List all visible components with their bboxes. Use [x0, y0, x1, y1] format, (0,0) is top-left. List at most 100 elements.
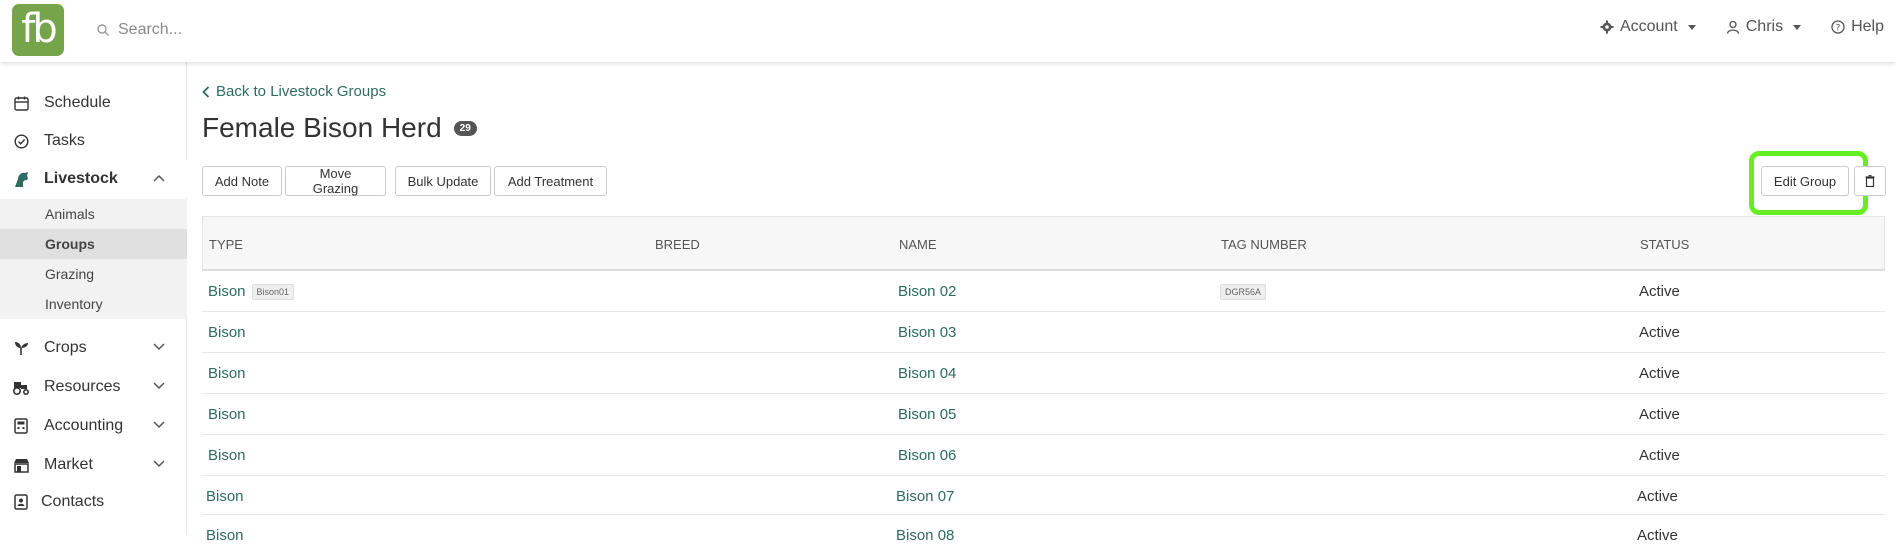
type-link[interactable]: Bison	[208, 324, 246, 341]
sidebar-item-market[interactable]: Market	[0, 446, 187, 484]
add-treatment-button[interactable]: Add Treatment	[494, 166, 607, 196]
table-row[interactable]: Bison Bison 05 Active	[202, 394, 1885, 435]
trash-icon	[1865, 175, 1875, 187]
tag-number-badge: DGR56A	[1220, 284, 1267, 301]
table-row[interactable]: Bison Bison 07 Active	[202, 476, 1885, 515]
name-link[interactable]: Bison 08	[896, 527, 954, 544]
status-cell: Active	[1639, 324, 1680, 341]
status-cell: Active	[1637, 488, 1678, 505]
sidebar: Schedule Tasks Livestock Animals Groups …	[0, 62, 187, 535]
contact-icon	[12, 493, 30, 511]
name-link[interactable]: Bison 03	[898, 324, 956, 341]
help-label: Help	[1851, 18, 1884, 35]
name-link[interactable]: Bison 04	[898, 365, 956, 382]
logo[interactable]: fb	[12, 4, 64, 56]
table-row[interactable]: Bison Bison 03 Active	[202, 312, 1885, 353]
name-link[interactable]: Bison 06	[898, 447, 956, 464]
account-label: Account	[1619, 18, 1678, 35]
type-link[interactable]: Bison	[206, 527, 244, 544]
name-link[interactable]: Bison 05	[898, 406, 956, 423]
sidebar-subitem-animals[interactable]: Animals	[0, 199, 187, 229]
search-icon	[97, 24, 109, 36]
chevron-down-icon[interactable]	[153, 382, 165, 390]
sidebar-item-label: Resources	[44, 378, 121, 395]
type-link[interactable]: Bison	[208, 283, 246, 300]
table-row[interactable]: Bison Bison 08 Active	[202, 515, 1885, 556]
sidebar-item-label: Livestock	[44, 170, 118, 187]
type-cell[interactable]: Bison Bison01	[208, 283, 295, 301]
table-row[interactable]: Bison Bison01 Bison 02 DGR56A Active	[202, 271, 1885, 312]
type-link[interactable]: Bison	[208, 406, 246, 423]
sidebar-item-label: Accounting	[44, 417, 124, 434]
sidebar-item-tasks[interactable]: Tasks	[0, 122, 187, 160]
sidebar-item-contacts[interactable]: Contacts	[0, 483, 187, 521]
caret-down-icon	[1687, 24, 1696, 30]
move-grazing-button[interactable]: Move Grazing	[285, 166, 386, 196]
sidebar-item-label: Tasks	[44, 132, 85, 149]
user-label: Chris	[1745, 18, 1784, 35]
sidebar-subitem-inventory[interactable]: Inventory	[0, 289, 187, 319]
name-link[interactable]: Bison 02	[898, 283, 956, 300]
question-circle-icon: ?	[1831, 20, 1845, 34]
sidebar-item-resources[interactable]: Resources	[0, 368, 187, 406]
top-nav: Account Chris ? Help	[1600, 18, 1884, 36]
search-box[interactable]	[96, 18, 516, 42]
sidebar-item-label: Crops	[44, 339, 87, 356]
check-circle-icon	[12, 132, 30, 150]
table-row[interactable]: Bison Bison 06 Active	[202, 435, 1885, 476]
status-cell: Active	[1639, 283, 1680, 300]
status-cell: Active	[1639, 447, 1680, 464]
user-menu[interactable]: Chris	[1726, 18, 1802, 36]
count-badge: 29	[453, 120, 477, 136]
search-input[interactable]	[118, 21, 498, 39]
status-cell: Active	[1639, 365, 1680, 382]
gear-icon	[1600, 20, 1614, 34]
bulk-update-button[interactable]: Bulk Update	[395, 166, 491, 196]
caret-down-icon	[1793, 24, 1802, 30]
sidebar-item-accounting[interactable]: Accounting	[0, 407, 187, 445]
chevron-down-icon[interactable]	[153, 421, 165, 429]
table-row[interactable]: Bison Bison 04 Active	[202, 353, 1885, 394]
column-header-status[interactable]: STATUS	[1640, 237, 1689, 252]
column-header-name[interactable]: NAME	[899, 237, 937, 252]
column-header-type[interactable]: TYPE	[209, 237, 243, 252]
sidebar-item-crops[interactable]: Crops	[0, 329, 187, 367]
chevron-down-icon[interactable]	[153, 343, 165, 351]
column-header-tag-number[interactable]: TAG NUMBER	[1221, 237, 1307, 252]
chevron-down-icon[interactable]	[153, 460, 165, 468]
name-link[interactable]: Bison 07	[896, 488, 954, 505]
type-tag: Bison01	[251, 284, 295, 301]
sidebar-item-livestock[interactable]: Livestock	[0, 160, 187, 198]
calendar-icon	[12, 94, 30, 112]
horse-icon	[12, 170, 30, 188]
column-header-breed[interactable]: BREED	[655, 237, 700, 252]
help-link[interactable]: ? Help	[1831, 18, 1884, 36]
sidebar-item-label: Schedule	[44, 94, 111, 111]
account-menu[interactable]: Account	[1600, 18, 1696, 36]
tractor-icon	[12, 378, 30, 396]
edit-group-button[interactable]: Edit Group	[1761, 166, 1849, 196]
animals-table: TYPE BREED NAME TAG NUMBER STATUS Bison B…	[202, 216, 1885, 556]
page-title-text: Female Bison Herd	[202, 112, 442, 143]
calculator-icon	[12, 417, 30, 435]
sidebar-subitem-groups[interactable]: Groups	[0, 229, 187, 259]
delete-button[interactable]	[1854, 166, 1886, 196]
page-title: Female Bison Herd 29	[202, 112, 477, 144]
sidebar-subitem-grazing[interactable]: Grazing	[0, 259, 187, 289]
type-link[interactable]: Bison	[206, 488, 244, 505]
top-bar: fb Account Chris ? Help	[0, 0, 1896, 62]
chevron-left-icon	[202, 85, 210, 98]
sidebar-item-schedule[interactable]: Schedule	[0, 84, 187, 122]
status-cell: Active	[1639, 406, 1680, 423]
add-note-button[interactable]: Add Note	[202, 166, 282, 196]
back-link[interactable]: Back to Livestock Groups	[202, 83, 386, 100]
type-link[interactable]: Bison	[208, 447, 246, 464]
sidebar-item-label: Contacts	[41, 493, 105, 510]
store-icon	[12, 456, 30, 474]
table-header: TYPE BREED NAME TAG NUMBER STATUS	[202, 216, 1885, 271]
seedling-icon	[12, 339, 30, 357]
chevron-up-icon[interactable]	[153, 174, 165, 182]
user-icon	[1726, 20, 1739, 34]
type-link[interactable]: Bison	[208, 365, 246, 382]
svg-text:?: ?	[1836, 24, 1841, 34]
